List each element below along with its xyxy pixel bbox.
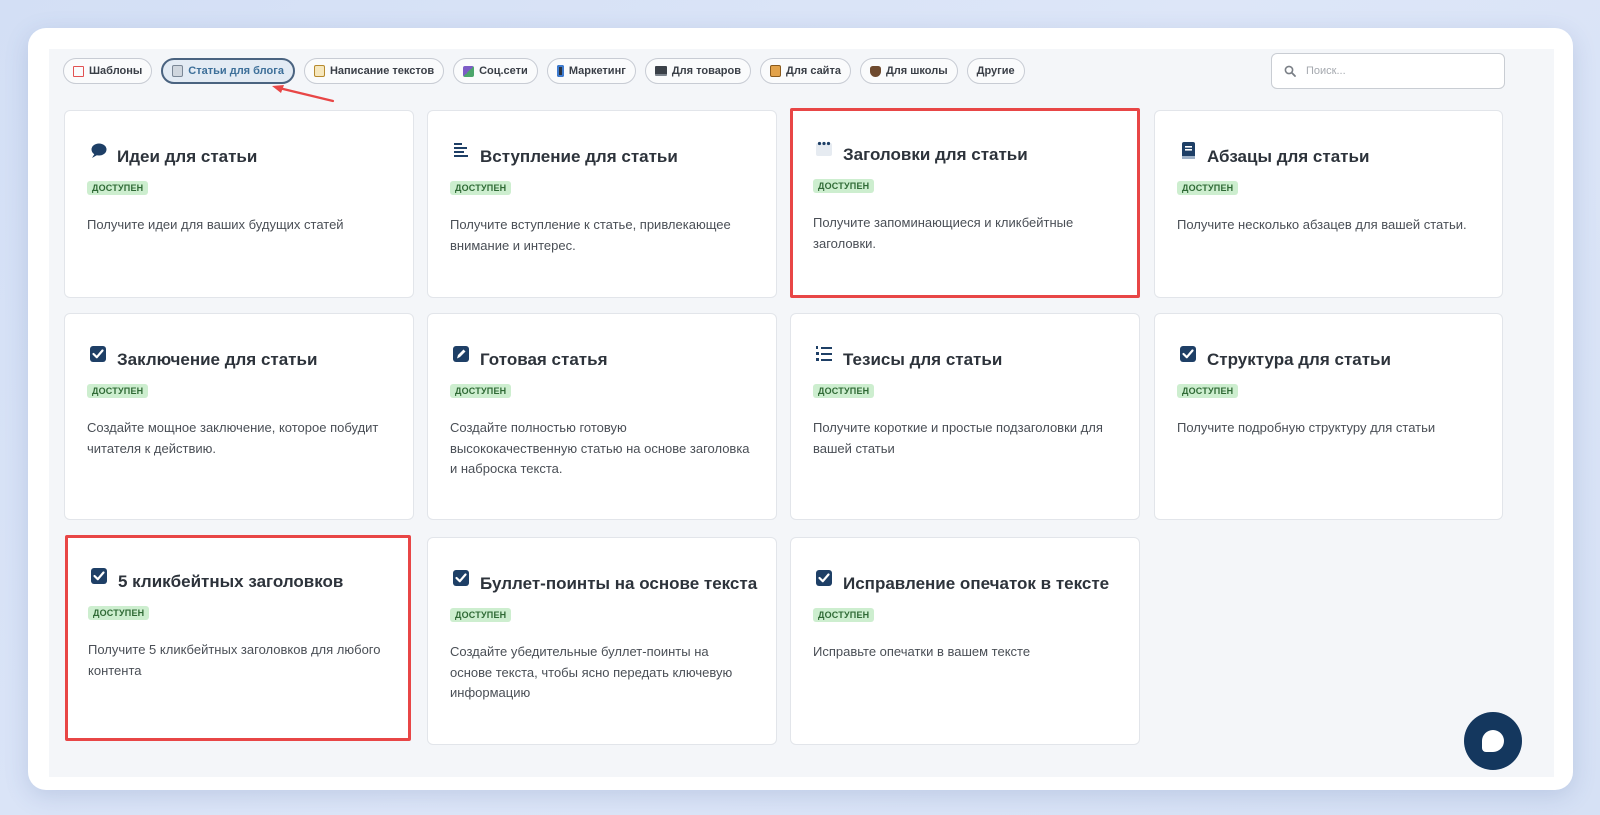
tab-social[interactable]: Соц.сети bbox=[453, 58, 538, 84]
card-title: Готовая статья bbox=[480, 350, 608, 369]
checkbox-icon bbox=[91, 568, 107, 584]
card-title: Буллет-поинты на основе текста bbox=[480, 574, 758, 593]
checkbox-icon bbox=[453, 570, 469, 586]
search-box[interactable] bbox=[1271, 53, 1505, 89]
tab-blog-articles[interactable]: Статьи для блога bbox=[161, 58, 295, 84]
status-badge: доступен bbox=[450, 384, 512, 398]
dots-window-icon bbox=[816, 141, 832, 156]
tab-website[interactable]: Для сайта bbox=[760, 58, 851, 84]
numbered-list-icon bbox=[816, 346, 832, 361]
tab-label: Для товаров bbox=[671, 65, 742, 77]
category-tabs: Шаблоны Статьи для блога Написание текст… bbox=[63, 58, 1025, 84]
status-badge: доступен bbox=[88, 606, 150, 620]
tab-templates[interactable]: Шаблоны bbox=[63, 58, 153, 84]
status-badge: доступен bbox=[87, 384, 149, 398]
card-description: Получите запоминающиеся и кликбейтные за… bbox=[813, 215, 1074, 251]
tab-label: Маркетинг bbox=[568, 65, 626, 77]
tab-label: Соц.сети bbox=[479, 65, 528, 77]
tab-label: Статьи для блога bbox=[188, 65, 284, 77]
tab-label: Для сайта bbox=[786, 65, 841, 77]
chat-widget-button[interactable] bbox=[1464, 712, 1522, 770]
ledger-icon bbox=[770, 65, 782, 77]
template-card-bullet-points[interactable]: Буллет-поинты на основе текста доступен … bbox=[427, 537, 777, 745]
card-title: Заключение для статьи bbox=[117, 350, 318, 369]
phone-icon bbox=[556, 65, 564, 77]
status-badge: доступен bbox=[813, 179, 875, 193]
template-card-typo-fix[interactable]: Исправление опечаток в тексте доступен И… bbox=[790, 537, 1140, 745]
template-card-full-article[interactable]: Готовая статья доступен Создайте полност… bbox=[427, 313, 777, 520]
memo-icon bbox=[313, 65, 325, 77]
tab-label: Шаблоны bbox=[89, 65, 143, 77]
card-title: Тезисы для статьи bbox=[843, 350, 1003, 369]
tab-marketing[interactable]: Маркетинг bbox=[546, 58, 636, 84]
book-icon bbox=[1182, 142, 1195, 159]
tab-copywriting[interactable]: Написание текстов bbox=[303, 58, 445, 84]
template-icon bbox=[73, 65, 84, 77]
status-badge: доступен bbox=[450, 608, 512, 622]
template-card-article-paragraphs[interactable]: Абзацы для статьи доступен Получите неск… bbox=[1154, 110, 1503, 298]
card-description: Создайте полностью готовую высококачеств… bbox=[450, 420, 750, 476]
mask-icon bbox=[869, 65, 881, 77]
status-badge: доступен bbox=[1177, 181, 1239, 195]
pencil-icon bbox=[453, 346, 469, 362]
card-description: Получите несколько абзацев для вашей ста… bbox=[1177, 217, 1467, 232]
card-description: Получите подробную структуру для статьи bbox=[1177, 420, 1436, 435]
text-lines-icon bbox=[454, 143, 468, 157]
tab-label: Написание текстов bbox=[329, 65, 435, 77]
search-input[interactable] bbox=[1304, 64, 1488, 78]
tab-label: Другие bbox=[976, 65, 1015, 77]
card-description: Получите вступление к статье, привлекающ… bbox=[450, 217, 731, 253]
browser-window: Шаблоны Статьи для блога Написание текст… bbox=[28, 28, 1573, 790]
card-description: Создайте мощное заключение, которое побу… bbox=[87, 420, 379, 456]
tab-school[interactable]: Для школы bbox=[859, 58, 958, 84]
card-title: Исправление опечаток в тексте bbox=[843, 574, 1110, 593]
template-card-article-headlines[interactable]: Заголовки для статьи доступен Получите з… bbox=[790, 108, 1140, 298]
speech-bubble-icon bbox=[91, 143, 107, 158]
tab-label: Для школы bbox=[885, 65, 948, 77]
card-title: 5 кликбейтных заголовков bbox=[118, 572, 344, 591]
checkbox-icon bbox=[816, 570, 832, 586]
template-card-article-intro[interactable]: Вступление для статьи доступен Получите … bbox=[427, 110, 777, 298]
social-icon bbox=[463, 65, 475, 77]
notebook-icon bbox=[172, 65, 184, 77]
card-title: Структура для статьи bbox=[1207, 350, 1391, 369]
checkbox-icon bbox=[90, 346, 106, 362]
template-card-article-structure[interactable]: Структура для статьи доступен Получите п… bbox=[1154, 313, 1503, 520]
status-badge: доступен bbox=[1177, 384, 1239, 398]
card-title: Идеи для статьи bbox=[117, 147, 258, 166]
card-description: Получите короткие и простые подзаголовки… bbox=[813, 420, 1103, 456]
tab-other[interactable]: Другие bbox=[966, 58, 1025, 84]
status-badge: доступен bbox=[813, 384, 875, 398]
status-badge: доступен bbox=[813, 608, 875, 622]
card-title: Вступление для статьи bbox=[480, 147, 678, 166]
template-card-article-conclusion[interactable]: Заключение для статьи доступен Создайте … bbox=[64, 313, 414, 520]
template-card-article-theses[interactable]: Тезисы для статьи доступен Получите коро… bbox=[790, 313, 1140, 520]
card-title: Заголовки для статьи bbox=[843, 145, 1028, 164]
card-description: Исправьте опечатки в вашем тексте bbox=[813, 644, 1031, 659]
checkbox-icon bbox=[1180, 346, 1196, 362]
template-card-5-clickbait-headlines[interactable]: 5 кликбейтных заголовков доступен Получи… bbox=[65, 535, 411, 741]
card-description: Создайте убедительные буллет-поинты на о… bbox=[450, 644, 733, 700]
app-content: Шаблоны Статьи для блога Написание текст… bbox=[49, 49, 1554, 777]
tab-products[interactable]: Для товаров bbox=[644, 58, 752, 84]
template-card-article-ideas[interactable]: Идеи для статьи доступен Получите идеи д… bbox=[64, 110, 414, 298]
card-description: Получите 5 кликбейтных заголовков для лю… bbox=[88, 642, 381, 678]
laptop-icon bbox=[654, 66, 667, 76]
status-badge: доступен bbox=[87, 181, 149, 195]
search-icon bbox=[1284, 65, 1296, 77]
card-title: Абзацы для статьи bbox=[1207, 147, 1370, 166]
status-badge: доступен bbox=[450, 181, 512, 195]
card-description: Получите идеи для ваших будущих статей bbox=[87, 217, 344, 232]
annotation-arrow bbox=[272, 85, 335, 103]
